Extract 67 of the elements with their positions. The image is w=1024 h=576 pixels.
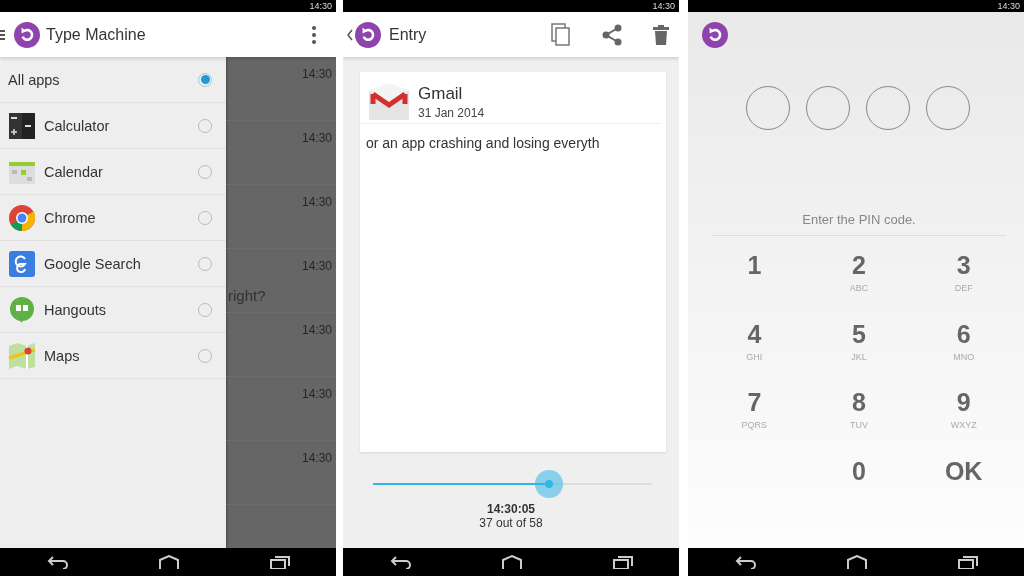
source-app-name: Gmail [418,83,464,104]
calculator-icon [8,111,36,140]
key-digit: 2 [852,252,866,278]
entry-text: or an app crashing and losing everyth [365,134,601,153]
recent-apps-icon[interactable] [612,555,635,569]
recent-apps-icon[interactable] [957,555,980,569]
map-icon [8,341,36,370]
copy-icon[interactable] [551,22,571,47]
chrome-icon [8,203,36,232]
home-icon[interactable] [846,555,868,569]
entry-time: 14:30 [301,323,332,337]
entry-time: 14:30 [301,195,332,209]
recent-apps-icon[interactable] [269,555,292,569]
share-icon[interactable] [601,23,623,46]
key-digit: 7 [747,389,762,415]
snapshot-time: 14:30:05 [486,502,535,516]
app-filter-item[interactable]: Calculator [0,103,226,149]
home-icon[interactable] [158,555,180,569]
key-letters: GHI [746,351,763,362]
app-logo-icon [702,22,728,48]
slider-thumb[interactable] [534,470,563,498]
status-time: 14:30 [309,1,332,11]
key-digit: 3 [956,252,971,278]
keypad-key[interactable]: 0 [806,457,912,526]
entry-date: 31 Jan 2014 [418,105,485,120]
key-digit: 4 [747,320,762,347]
entry-time: 14:30 [301,67,332,81]
key-digit: 6 [956,320,971,347]
speech-bubble-icon [8,295,36,324]
key-digit: 9 [956,389,971,415]
key-letters: JKL [851,351,867,362]
keypad-key[interactable]: 1 [702,252,807,321]
entry-time: 14:30 [301,387,332,401]
app-title: Type Machine [46,25,147,44]
key-letters: WXYZ [950,420,977,430]
app-filter-item[interactable]: Hangouts [0,287,226,333]
key-letters: DEF [954,283,973,293]
key-letters: MNO [953,351,975,362]
app-filter-item[interactable]: Maps [0,333,226,379]
status-time: 14:30 [997,1,1020,11]
screen-title: Entry [389,25,428,44]
google-search-icon [8,249,36,278]
entry-time: 14:30 [301,451,332,465]
key-digit: 8 [852,389,866,415]
app-filter-item[interactable]: Calendar [0,149,226,195]
key-letters: TUV [850,420,868,430]
app-logo-icon [355,21,381,48]
back-chevron-icon[interactable] [347,28,353,41]
home-icon[interactable] [501,555,523,569]
key-letters: ABC [849,283,869,293]
pin-prompt: Enter the PIN code. [712,212,1006,236]
entry-time: 14:30 [301,259,332,273]
menu-icon[interactable] [0,28,6,41]
key-digit: 5 [852,320,866,347]
entry-time: 14:30 [301,131,332,145]
app-filter-item[interactable]: Google Search [0,241,226,287]
overflow-menu-icon[interactable] [312,25,316,44]
delete-icon[interactable] [653,24,669,45]
history-slider[interactable] [373,470,652,498]
ok-button[interactable]: OK [911,457,1016,526]
snapshot-position: 37 out of 58 [479,516,543,530]
status-time: 14:30 [652,1,675,11]
app-filter-item[interactable]: Chrome [0,195,226,241]
app-filter-item[interactable]: All apps [0,57,226,103]
app-logo-icon [14,21,40,48]
envelope-icon [368,81,410,122]
key-letters: PQRS [741,420,768,430]
